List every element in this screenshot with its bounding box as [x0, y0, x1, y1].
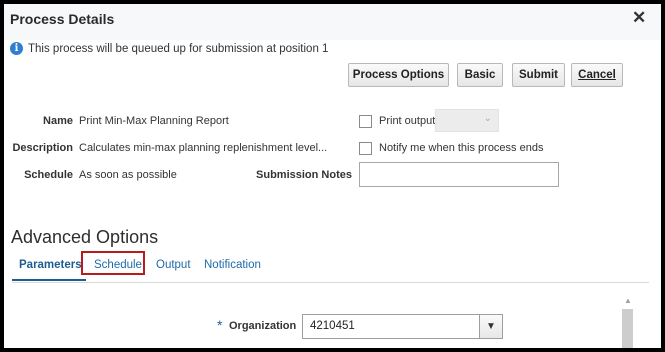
tab-divider — [12, 282, 649, 283]
dialog-title: Process Details — [10, 11, 115, 27]
submit-button[interactable]: Submit — [512, 63, 565, 87]
submission-notes-label: Submission Notes — [256, 169, 352, 181]
schedule-label: Schedule — [24, 169, 73, 181]
close-icon[interactable]: ✕ — [632, 8, 646, 28]
tab-parameters[interactable]: Parameters — [19, 259, 82, 271]
schedule-value: As soon as possible — [79, 169, 177, 181]
schedule-tab-highlight — [81, 251, 145, 275]
process-options-button[interactable]: Process Options — [348, 63, 449, 87]
organization-input[interactable]: 4210451 — [302, 314, 503, 339]
info-icon: i — [10, 42, 23, 55]
required-indicator: * — [217, 317, 223, 333]
description-value: Calculates min-max planning replenishmen… — [79, 142, 328, 154]
basic-button[interactable]: Basic — [457, 63, 503, 87]
info-message: i This process will be queued up for sub… — [10, 42, 328, 55]
name-value: Print Min-Max Planning Report — [79, 115, 229, 127]
cancel-button[interactable]: Cancel — [571, 63, 623, 87]
scroll-up-icon[interactable]: ▲ — [624, 296, 632, 305]
advanced-options-heading: Advanced Options — [11, 227, 159, 247]
info-message-text: This process will be queued up for submi… — [28, 42, 329, 55]
organization-dropdown-button[interactable]: ▼ — [479, 314, 503, 339]
process-details-dialog: Process Details ✕ i This process will be… — [0, 0, 665, 352]
active-tab-indicator — [12, 279, 86, 281]
chevron-down-icon: ▼ — [486, 321, 496, 332]
printer-select[interactable]: ⌄ — [435, 109, 499, 132]
chevron-down-icon: ⌄ — [483, 113, 492, 124]
print-output-label: Print output — [379, 115, 436, 127]
submission-notes-field[interactable] — [359, 162, 559, 187]
name-label: Name — [43, 115, 73, 127]
scrollbar-thumb[interactable] — [622, 309, 633, 348]
tab-output[interactable]: Output — [156, 259, 191, 271]
print-output-checkbox[interactable] — [359, 115, 372, 128]
notify-label: Notify me when this process ends — [379, 142, 544, 154]
tab-notification[interactable]: Notification — [204, 259, 261, 271]
organization-label: Organization — [229, 320, 297, 332]
description-label: Description — [12, 142, 73, 154]
notify-checkbox[interactable] — [359, 142, 372, 155]
